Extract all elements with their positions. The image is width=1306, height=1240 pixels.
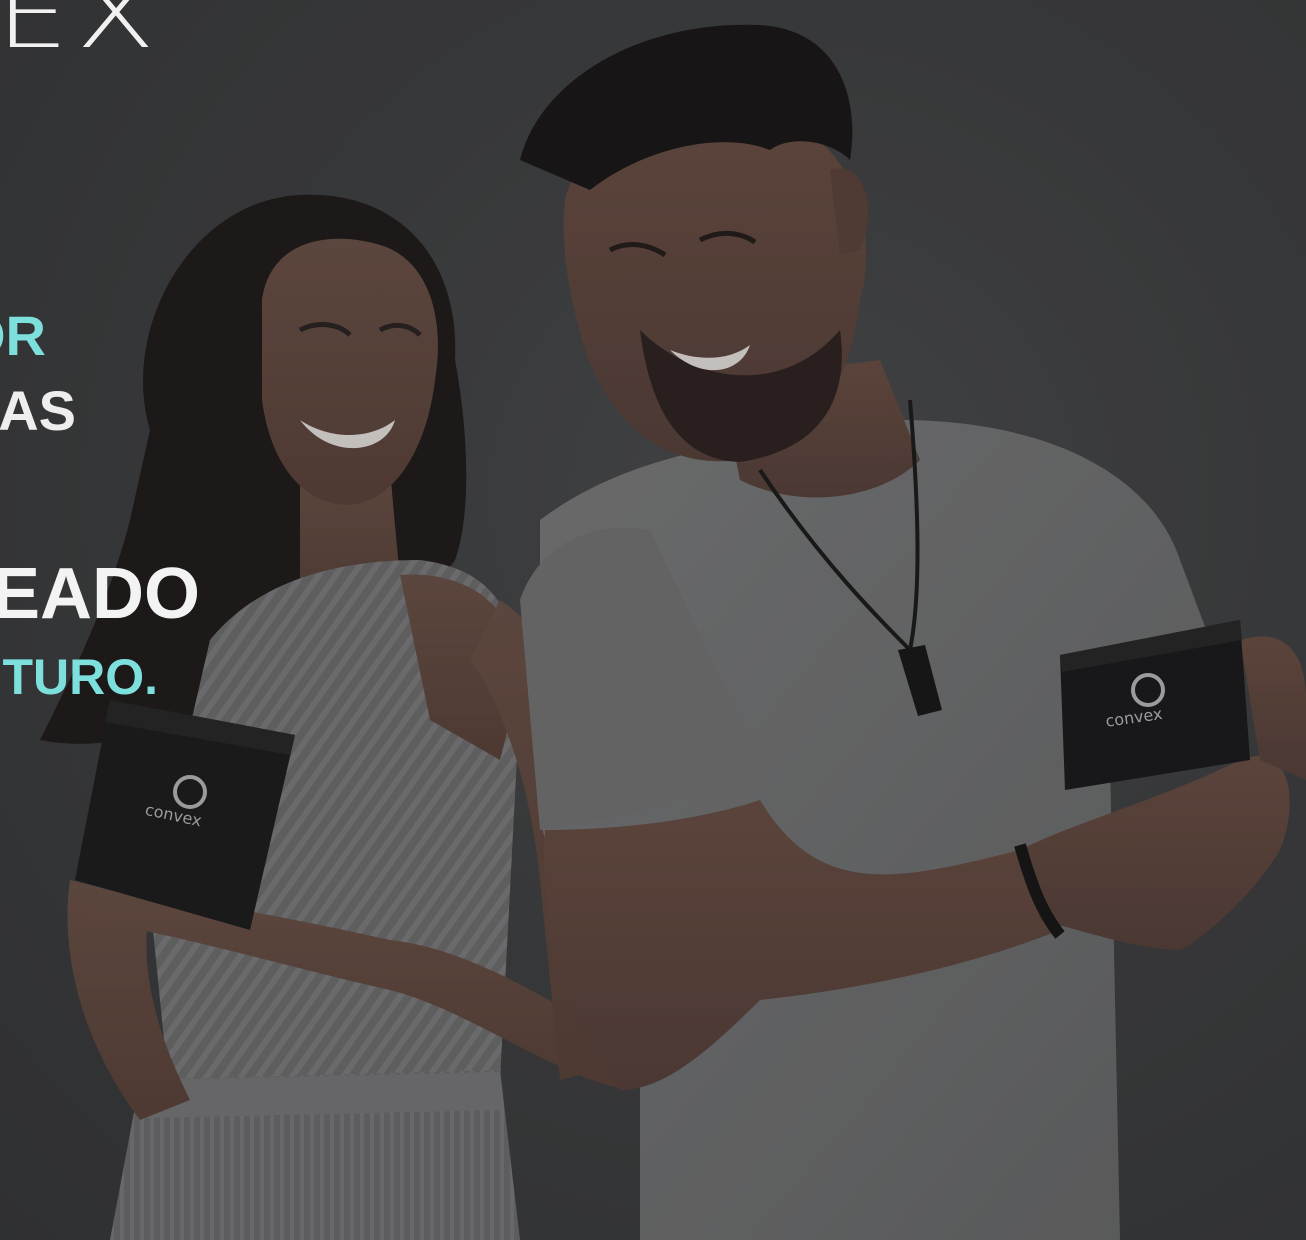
hero-banner: convex convex EX R AS EADO TURO. [0, 0, 1306, 1240]
headline-line-4: TURO. [2, 652, 158, 702]
headline-line-2: AS [0, 383, 76, 439]
headline-line-1: OR [0, 308, 46, 364]
headline-line-3: EADO [0, 558, 200, 630]
brand-logo[interactable]: EX [0, 0, 155, 62]
